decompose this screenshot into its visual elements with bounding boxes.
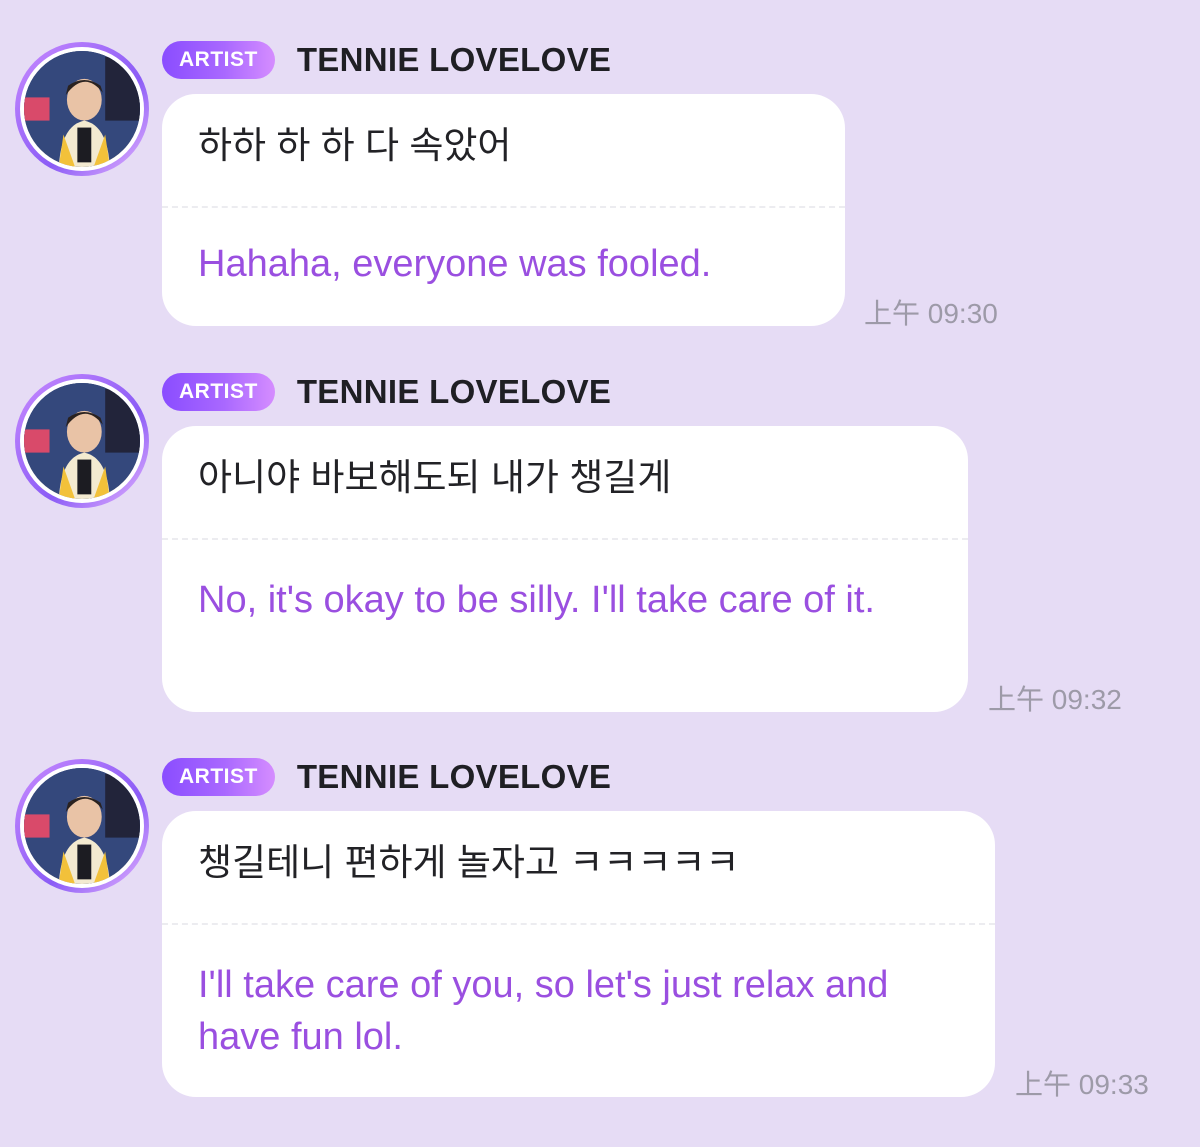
timestamp: 上午 09:32 [988,684,1122,715]
timestamp: 上午 09:33 [1015,1069,1149,1100]
artist-badge: ARTIST [162,758,275,796]
message-bubble[interactable]: 챙길테니 편하게 놀자고 ㅋㅋㅋㅋㅋ I'll take care of you… [162,811,995,1097]
sender-row: ARTIST TENNIE LOVELOVE [162,372,611,412]
translated-text: I'll take care of you, so let's just rel… [198,964,889,1058]
avatar[interactable] [15,42,149,176]
profile-photo-icon [24,768,140,884]
sender-name: TENNIE LOVELOVE [296,758,612,795]
message-bubble[interactable]: 하하 하 하 다 속았어 Hahaha, everyone was fooled… [162,94,845,326]
avatar[interactable] [15,374,149,508]
avatar[interactable] [15,759,149,893]
avatar-ring [20,764,144,888]
avatar-photo [24,768,140,884]
avatar-ring [20,379,144,503]
original-text: 하하 하 하 다 속았어 [198,125,512,166]
translated-text: Hahaha, everyone was fooled. [198,243,712,285]
original-text: 아니야 바보해도되 내가 챙길게 [198,457,672,498]
profile-photo-icon [24,51,140,167]
avatar-photo [24,51,140,167]
avatar-ring [20,47,144,171]
artist-badge: ARTIST [162,41,275,79]
sender-row: ARTIST TENNIE LOVELOVE [162,757,611,797]
sender-name: TENNIE LOVELOVE [296,41,612,78]
translated-text: No, it's okay to be silly. I'll take car… [198,579,875,621]
original-text: 챙길테니 편하게 놀자고 ㅋㅋㅋㅋㅋ [198,842,740,883]
sender-name: TENNIE LOVELOVE [296,373,612,410]
message-bubble[interactable]: 아니야 바보해도되 내가 챙길게 No, it's okay to be sil… [162,426,968,712]
timestamp: 上午 09:30 [864,298,998,329]
sender-row: ARTIST TENNIE LOVELOVE [162,40,611,80]
profile-photo-icon [24,383,140,499]
avatar-photo [24,383,140,499]
artist-badge: ARTIST [162,373,275,411]
